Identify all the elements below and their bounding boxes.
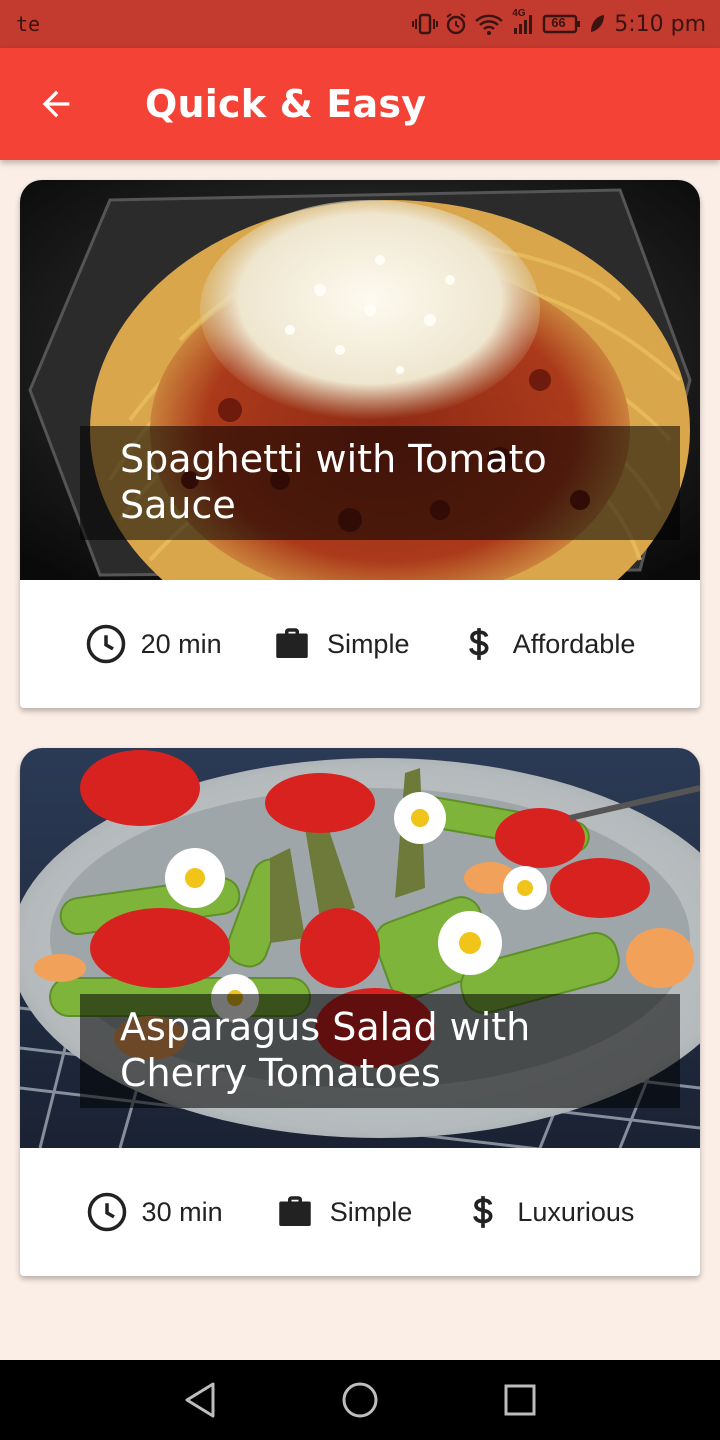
- briefcase-icon: [276, 628, 308, 658]
- nav-back-button[interactable]: [160, 1360, 240, 1440]
- status-icons: 4G 66 5:10 pm: [412, 8, 706, 37]
- dollar-icon: [473, 1196, 493, 1228]
- app-bar: Quick & Easy: [0, 48, 720, 160]
- meal-affordability: Affordable: [459, 623, 636, 665]
- alarm-icon: [444, 12, 468, 36]
- status-bar: te 4G 66 5:10 pm: [0, 0, 720, 48]
- battery-level-text: 66: [551, 15, 566, 30]
- status-time: 5:10 pm: [614, 11, 706, 37]
- duration-label: 30 min: [141, 1196, 223, 1227]
- signal-icon: 4G: [510, 8, 536, 36]
- nav-home-button[interactable]: [320, 1360, 400, 1440]
- meal-card-asparagus-salad[interactable]: Asparagus Salad with Cherry Tomatoes 30 …: [20, 748, 700, 1276]
- affordability-label: Luxurious: [517, 1196, 635, 1227]
- status-carrier-text: te: [16, 12, 41, 36]
- duration-label: 20 min: [140, 628, 222, 659]
- complexity-label: Simple: [326, 628, 410, 659]
- clock-icon: [87, 1192, 126, 1232]
- arrow-back-icon: [42, 90, 70, 118]
- meal-title-box: Asparagus Salad with Cherry Tomatoes: [80, 994, 680, 1108]
- meal-meta-row: 20 min Simple Affordable: [20, 580, 700, 708]
- meal-complexity: Simple: [271, 623, 410, 665]
- battery-icon: 66: [542, 12, 582, 36]
- dollar-icon: [468, 628, 489, 660]
- network-type-label: 4G: [512, 8, 526, 19]
- page-title: Quick & Easy: [145, 82, 427, 126]
- system-nav-bar: [0, 1360, 720, 1440]
- affordability-label: Affordable: [512, 628, 636, 659]
- meal-complexity: Simple: [274, 1191, 413, 1233]
- home-circle-icon: [342, 1382, 378, 1418]
- back-button[interactable]: [0, 48, 112, 160]
- complexity-label: Simple: [329, 1196, 413, 1227]
- meal-meta-row: 30 min Simple Luxurious: [20, 1148, 700, 1276]
- meal-affordability: Luxurious: [463, 1191, 634, 1233]
- meal-image-asparagus-salad: Asparagus Salad with Cherry Tomatoes: [20, 748, 700, 1148]
- meal-title-box: Spaghetti with Tomato Sauce: [80, 426, 680, 540]
- recents-square-icon: [504, 1384, 536, 1416]
- clock-icon: [86, 624, 125, 664]
- meal-image-spaghetti: Spaghetti with Tomato Sauce: [20, 180, 700, 580]
- wifi-icon: [474, 12, 504, 36]
- meal-duration: 20 min: [85, 623, 222, 665]
- meal-list[interactable]: Spaghetti with Tomato Sauce 20 min Simpl…: [0, 160, 720, 1360]
- leaf-icon: [588, 13, 606, 35]
- nav-recents-button[interactable]: [480, 1360, 560, 1440]
- meal-card-spaghetti[interactable]: Spaghetti with Tomato Sauce 20 min Simpl…: [20, 180, 700, 708]
- vibrate-icon: [412, 12, 439, 36]
- meal-duration: 30 min: [86, 1191, 223, 1233]
- meal-title: Spaghetti with Tomato Sauce: [120, 437, 547, 527]
- meal-title: Asparagus Salad with Cherry Tomatoes: [120, 1005, 531, 1095]
- briefcase-icon: [278, 1196, 311, 1226]
- back-triangle-icon: [185, 1382, 215, 1418]
